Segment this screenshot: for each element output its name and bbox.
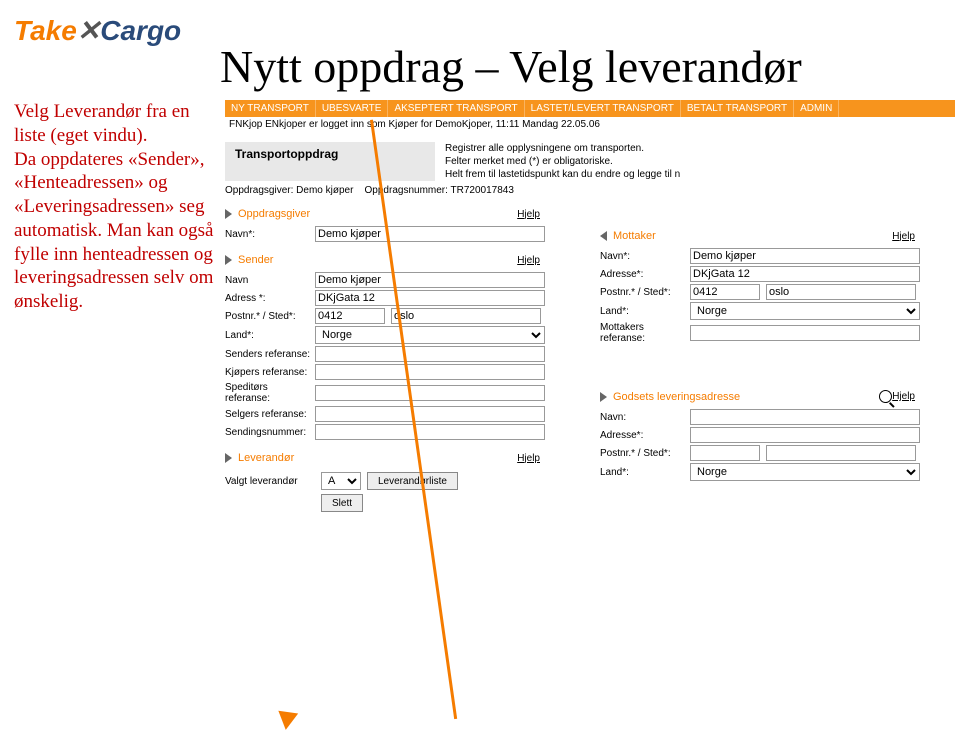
group-oppdragsgiver: Oppdragsgiver [238,208,517,220]
mottakers-ref-input[interactable] [690,325,920,341]
speditor-ref-input[interactable] [315,385,545,401]
valgt-leverandor-select[interactable]: A [321,472,361,490]
collapse-icon[interactable] [600,231,607,241]
godsets-sted-input[interactable] [766,445,916,461]
oppdragsgiver-navn-input[interactable] [315,226,545,242]
mottaker-sted-input[interactable] [766,284,916,300]
leverandorliste-button[interactable]: Leverandørliste [367,472,458,490]
page-title: Nytt oppdrag – Velg leverandør [220,40,802,93]
order-info: Oppdragsgiver: Demo kjøper Oppdragsnumme… [225,181,955,204]
sender-land-select[interactable]: Norge [315,326,545,344]
help-link[interactable]: Hjelp [517,209,540,220]
sender-sted-input[interactable] [391,308,541,324]
pointer-arrow-head [276,711,298,732]
help-link[interactable]: Hjelp [517,453,540,464]
expand-icon[interactable] [225,255,232,265]
mottaker-land-select[interactable]: Norge [690,302,920,320]
logo: Take✕Cargo [14,14,181,47]
tab-lastet[interactable]: LASTET/LEVERT TRANSPORT [525,100,681,117]
right-column: Mottaker Hjelp Navn*: Adresse*: Postnr.*… [600,204,945,512]
sendingsnummer-input[interactable] [315,424,545,440]
group-sender: Sender [238,254,517,266]
main-tabs: NY TRANSPORT UBESVARTE AKSEPTERT TRANSPO… [225,100,955,117]
senders-ref-input[interactable] [315,346,545,362]
group-godsets: Godsets leveringsadresse [613,391,869,403]
mottaker-navn-input[interactable] [690,248,920,264]
selgers-ref-input[interactable] [315,406,545,422]
app-window: NY TRANSPORT UBESVARTE AKSEPTERT TRANSPO… [225,100,955,512]
search-icon[interactable] [879,390,892,403]
tab-ny-transport[interactable]: NY TRANSPORT [225,100,316,117]
group-leverandor: Leverandør [238,452,517,464]
help-link[interactable]: Hjelp [892,391,915,402]
expand-icon[interactable] [225,209,232,219]
label-adresse: Adress *: [225,293,315,304]
mottaker-postnr-input[interactable] [690,284,760,300]
annotation-text: Velg Leverandør fra en liste (eget vindu… [14,100,214,314]
expand-icon[interactable] [600,392,607,402]
left-column: Oppdragsgiver Hjelp Navn*: Sender Hjelp … [225,204,570,512]
login-status: FNKjop ENkjoper er logget inn som Kjøper… [225,117,955,132]
sender-postnr-input[interactable] [315,308,385,324]
label-navn: Navn [225,275,315,286]
section-heading: Transportoppdrag [225,142,435,181]
godsets-postnr-input[interactable] [690,445,760,461]
instructions: Registrer alle opplysningene om transpor… [435,142,690,181]
sender-adresse-input[interactable] [315,290,545,306]
godsets-land-select[interactable]: Norge [690,463,920,481]
tab-ubesvarte[interactable]: UBESVARTE [316,100,389,117]
slett-button[interactable]: Slett [321,494,363,512]
godsets-navn-input[interactable] [690,409,920,425]
tab-akseptert[interactable]: AKSEPTERT TRANSPORT [388,100,524,117]
group-mottaker: Mottaker [613,230,892,242]
tab-betalt[interactable]: BETALT TRANSPORT [681,100,794,117]
tab-admin[interactable]: ADMIN [794,100,839,117]
expand-icon[interactable] [225,453,232,463]
help-link[interactable]: Hjelp [892,231,915,242]
help-link[interactable]: Hjelp [517,255,540,266]
godsets-adresse-input[interactable] [690,427,920,443]
sender-navn-input[interactable] [315,272,545,288]
mottaker-adresse-input[interactable] [690,266,920,282]
kjopers-ref-input[interactable] [315,364,545,380]
